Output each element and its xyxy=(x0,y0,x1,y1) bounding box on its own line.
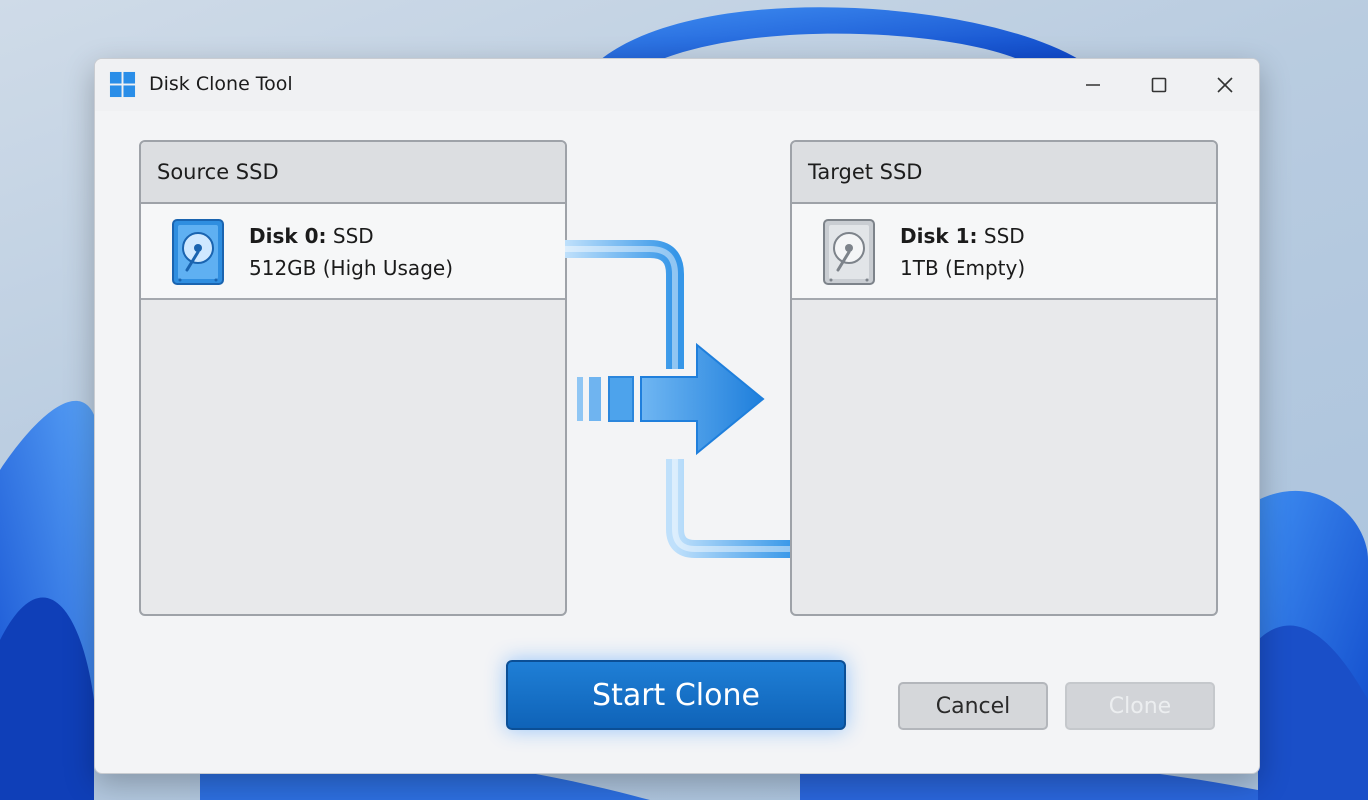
target-disk-type: SSD xyxy=(983,224,1025,248)
source-disk-name: Disk 0: xyxy=(249,224,327,248)
disk-clone-window: Disk Clone Tool Source SSD Disk 0: SSD 5… xyxy=(94,58,1260,774)
source-disk-type: SSD xyxy=(332,224,374,248)
close-icon xyxy=(1217,77,1233,93)
minimize-icon xyxy=(1086,84,1100,86)
source-disk-details: 512GB (High Usage) xyxy=(249,256,453,280)
hard-drive-icon xyxy=(172,219,224,285)
target-panel-header: Target SSD xyxy=(792,142,1216,204)
maximize-icon xyxy=(1151,77,1167,93)
source-panel-header: Source SSD xyxy=(141,142,565,204)
cancel-button[interactable]: Cancel xyxy=(898,682,1048,730)
target-disk-title: Disk 1: SSD xyxy=(900,224,1025,248)
clone-direction-arrow-icon xyxy=(565,240,795,558)
windows-logo-icon xyxy=(109,71,136,98)
clone-button[interactable]: Clone xyxy=(1065,682,1215,730)
window-title: Disk Clone Tool xyxy=(149,73,293,95)
source-disk-item[interactable]: Disk 0: SSD 512GB (High Usage) xyxy=(141,204,565,300)
target-ssd-panel: Target SSD Disk 1: SSD 1TB (Empty) xyxy=(790,140,1218,616)
close-button[interactable] xyxy=(1195,59,1255,111)
target-disk-item[interactable]: Disk 1: SSD 1TB (Empty) xyxy=(792,204,1216,300)
maximize-button[interactable] xyxy=(1129,59,1189,111)
target-disk-name: Disk 1: xyxy=(900,224,978,248)
target-disk-details: 1TB (Empty) xyxy=(900,256,1026,280)
source-disk-title: Disk 0: SSD xyxy=(249,224,374,248)
start-clone-button[interactable]: Start Clone xyxy=(506,660,846,730)
source-ssd-panel: Source SSD Disk 0: SSD 512GB (High Usage… xyxy=(139,140,567,616)
title-bar[interactable]: Disk Clone Tool xyxy=(95,59,1259,111)
hard-drive-icon xyxy=(823,219,875,285)
minimize-button[interactable] xyxy=(1063,59,1123,111)
